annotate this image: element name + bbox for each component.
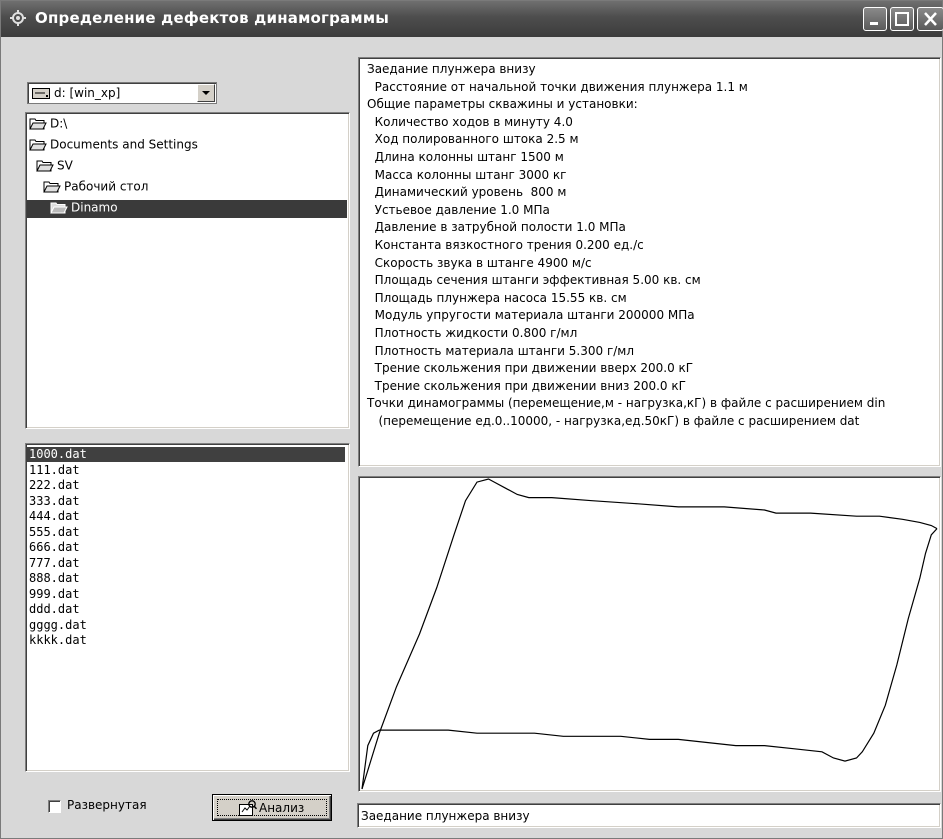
file-list-item[interactable]: 111.dat bbox=[27, 463, 345, 478]
open-folder-icon bbox=[43, 181, 61, 193]
parameter-line: Расстояние от начальной точки движения п… bbox=[367, 79, 748, 94]
parameter-line: Площадь сечения штанги эффективная 5.00 … bbox=[367, 273, 701, 288]
maximize-icon bbox=[895, 12, 909, 26]
main-window: Определение дефектов динамограммы d: [wi… bbox=[0, 0, 943, 839]
file-list-item[interactable]: 777.dat bbox=[27, 556, 345, 571]
app-gear-icon bbox=[10, 10, 26, 26]
down-stroke-line bbox=[361, 528, 938, 790]
directory-tree[interactable]: D:\ Documents and Settings SV Рабочий стол D… bbox=[25, 112, 350, 429]
drive-select[interactable]: d: [win_xp] bbox=[27, 82, 217, 104]
file-list-item[interactable]: 222.dat bbox=[27, 478, 345, 493]
file-list-item[interactable]: kkkk.dat bbox=[27, 633, 345, 648]
parameter-line: Константа вязкостного трения 0.200 ед./с bbox=[367, 238, 644, 252]
file-list-item[interactable]: gggg.dat bbox=[27, 618, 345, 633]
tree-item[interactable]: Рабочий стол bbox=[43, 179, 148, 197]
maximize-button[interactable] bbox=[890, 7, 914, 31]
file-list-item[interactable]: 666.dat bbox=[27, 540, 345, 555]
parameter-line: Количество ходов в минуту 4.0 bbox=[367, 114, 573, 129]
dynamogram-plot bbox=[361, 478, 938, 790]
parameter-line: (перемещение ед.0..10000, - нагрузка,ед.… bbox=[367, 414, 860, 428]
tree-item-label: Dinamo bbox=[71, 200, 118, 215]
parameter-line: Плотность жидкости 0.800 г/мл bbox=[367, 326, 578, 340]
chevron-down-icon bbox=[202, 91, 210, 95]
parameter-line: Давление в затрубной полости 1.0 МПа bbox=[367, 220, 626, 235]
tree-item[interactable]: Documents and Settings bbox=[29, 137, 198, 155]
drive-select-value: d: [win_xp] bbox=[54, 86, 121, 100]
result-field[interactable]: Заедание плунжера внизу bbox=[357, 803, 941, 828]
open-folder-icon bbox=[36, 160, 54, 172]
tree-item[interactable]: D:\ bbox=[29, 116, 67, 134]
window-title: Определение дефектов динамограммы bbox=[35, 9, 390, 27]
file-list-item[interactable]: 888.dat bbox=[27, 571, 345, 586]
minimize-button[interactable] bbox=[863, 7, 887, 31]
analyze-icon bbox=[239, 800, 257, 816]
file-list[interactable]: 1000.dat 111.dat 222.dat 333.dat 444.dat 555.… bbox=[25, 443, 350, 772]
parameter-line: Заедание плунжера внизу bbox=[367, 62, 536, 76]
parameter-line: Длина колонны штанг 1500 м bbox=[367, 150, 564, 164]
parameter-line: Точки динамограммы (перемещение,м - нагр… bbox=[367, 396, 886, 411]
drive-icon bbox=[32, 88, 50, 99]
tree-item-label: D:\ bbox=[50, 116, 68, 131]
tree-item-label: SV bbox=[57, 158, 73, 173]
file-list-item[interactable]: ddd.dat bbox=[27, 602, 345, 617]
file-list-item[interactable]: 1000.dat bbox=[27, 447, 345, 462]
parameter-line: Площадь плунжера насоса 15.55 кв. см bbox=[367, 290, 627, 305]
analyze-button[interactable]: Анализ bbox=[212, 794, 332, 821]
parameters-text-area[interactable]: Заедание плунжера внизу Расстояние от на… bbox=[358, 57, 941, 467]
file-list-item[interactable]: 444.dat bbox=[27, 509, 345, 524]
expanded-checkbox-label[interactable]: Развернутая bbox=[67, 798, 147, 812]
minimize-icon bbox=[870, 22, 878, 25]
title-bar[interactable]: Определение дефектов динамограммы bbox=[1, 1, 943, 37]
tree-item[interactable]: SV bbox=[36, 158, 73, 176]
close-button[interactable] bbox=[917, 7, 943, 31]
parameter-line: Трение скольжения при движении вниз 200.… bbox=[367, 378, 686, 393]
parameter-line: Динамический уровень 800 м bbox=[367, 185, 567, 200]
open-folder-icon bbox=[29, 139, 47, 151]
drive-dropdown-button[interactable] bbox=[197, 84, 215, 102]
parameter-line: Ход полированного штока 2.5 м bbox=[367, 132, 579, 147]
parameter-line: Трение скольжения при движении вверх 200… bbox=[367, 361, 694, 376]
up-stroke-line bbox=[361, 478, 938, 790]
open-folder-icon bbox=[29, 118, 47, 130]
parameter-line: Скорость звука в штанге 4900 м/с bbox=[367, 255, 592, 270]
close-icon bbox=[924, 12, 937, 26]
file-list-item[interactable]: 999.dat bbox=[27, 587, 345, 602]
analyze-button-label: Анализ bbox=[259, 801, 305, 815]
parameter-line: Масса колонны штанг 3000 кг bbox=[367, 167, 567, 182]
dynamogram-chart bbox=[358, 476, 941, 792]
tree-item[interactable]: Dinamo bbox=[27, 200, 347, 218]
file-list-item[interactable]: 333.dat bbox=[27, 494, 345, 509]
open-folder-icon bbox=[50, 202, 68, 214]
parameter-line: Модуль упругости материала штанги 200000… bbox=[367, 308, 695, 323]
parameter-line: Общие параметры скважины и установки: bbox=[367, 97, 638, 112]
result-text: Заедание плунжера внизу bbox=[361, 809, 530, 823]
file-list-item[interactable]: 555.dat bbox=[27, 525, 345, 540]
tree-item-label: Рабочий стол bbox=[64, 179, 149, 194]
parameter-line: Плотность материала штанги 5.300 г/мл bbox=[367, 343, 635, 358]
parameter-line: Устьевое давление 1.0 МПа bbox=[367, 202, 550, 217]
tree-item-label: Documents and Settings bbox=[50, 137, 198, 152]
expanded-checkbox[interactable] bbox=[48, 800, 61, 813]
